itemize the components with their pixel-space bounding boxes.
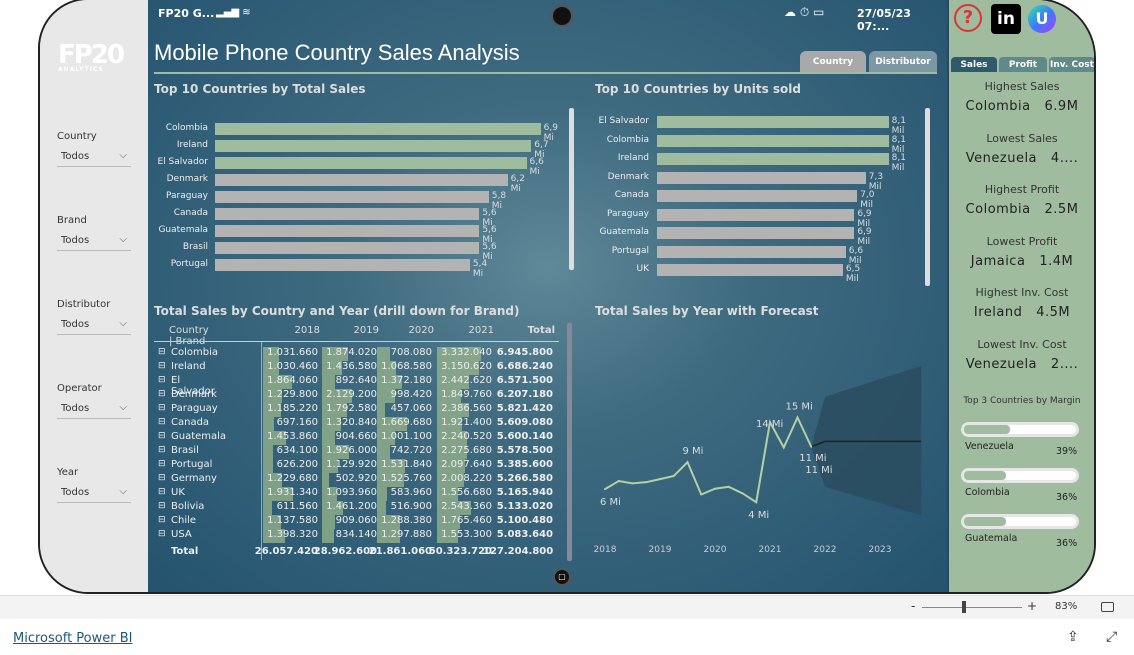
point-label: 6 Mi: [600, 497, 621, 508]
margin-country: Colombia: [965, 487, 1010, 498]
sales-line: [604, 415, 813, 504]
share-icon[interactable]: ⇪: [1067, 629, 1079, 645]
kpi-title: Lowest Inv. Cost: [977, 337, 1067, 351]
margin-progress-fill: [964, 425, 1010, 434]
phone-frame: FP20 ANALYTICS Country Todos ⌵ Brand Todos ⌵ Di…: [38, 0, 1096, 594]
chevron-down-icon: ⌵: [119, 234, 127, 245]
data-point: [659, 478, 661, 481]
data-point: [686, 461, 689, 464]
filter-label: Country: [57, 131, 97, 142]
kpi-title: Highest Sales: [984, 80, 1060, 93]
margin-progress-bar: [961, 514, 1079, 529]
expand-icon[interactable]: ⤢: [1106, 629, 1117, 645]
data-point: [645, 481, 648, 484]
data-point: [755, 501, 758, 504]
margin-progress-bar: [961, 422, 1079, 437]
data-point: [631, 482, 634, 485]
x-tick-label: 2022: [814, 545, 837, 555]
data-point: [714, 487, 716, 490]
data-point: [810, 445, 813, 448]
margin-value: 39%: [1056, 446, 1078, 457]
data-point: [604, 488, 606, 491]
filter-label: Brand: [57, 215, 87, 226]
kpi-value: Ireland 4.5M: [973, 305, 1071, 320]
x-tick-label: 2023: [869, 545, 892, 555]
kpi-panel: ? in U Sales Profit Inv. Cost Highest Sale…: [947, 0, 1094, 592]
point-label: 15 Mi: [786, 402, 813, 413]
kpi-tab-invcost[interactable]: Inv. Cost: [1049, 57, 1094, 72]
kpi-title: Lowest Sales: [986, 131, 1058, 145]
fp20-logo: FP20 ANALYTICS: [58, 40, 125, 73]
margin-title: Top 3 Countries by Margin: [963, 396, 1081, 406]
bottom-bar: - + 83%: [0, 595, 1134, 619]
x-tick-label: 2018: [594, 545, 617, 555]
kpi-tab-sales[interactable]: Sales: [951, 57, 997, 72]
margin-progress-bar: [961, 468, 1079, 483]
data-point: [617, 480, 620, 483]
filter-label: Distributor: [57, 299, 111, 310]
margin-progress-fill: [964, 517, 1007, 526]
point-label: 11 Mi: [799, 453, 826, 464]
help-icon[interactable]: ?: [954, 4, 982, 32]
zoom-slider-thumb[interactable]: [961, 601, 966, 613]
data-point: [741, 492, 744, 495]
x-tick-label: 2021: [759, 545, 782, 555]
kpi-value: Colombia 6.9M: [965, 99, 1079, 114]
brand-logo-icon[interactable]: U: [1028, 5, 1056, 33]
filter-value: Todos: [61, 319, 90, 330]
home-button-icon[interactable]: ▢: [553, 568, 571, 586]
main-canvas: FP20 G... ▂▄▆ ≋ ☁ ⏱ ▭ 27/05/23 07:... Mo…: [148, 0, 947, 592]
margin-value: 36%: [1056, 538, 1078, 549]
chevron-down-icon: ⌵: [119, 150, 127, 161]
filter-value: Todos: [61, 235, 90, 246]
filter-dropdown-operator[interactable]: Todos ⌵: [57, 401, 131, 419]
margin-value: 36%: [1056, 492, 1078, 503]
filter-sidebar: FP20 ANALYTICS Country Todos ⌵ Brand Todos ⌵ Di…: [40, 0, 148, 592]
filter-label: Year: [57, 467, 79, 478]
fit-to-page-icon[interactable]: [1101, 602, 1114, 612]
data-point: [727, 485, 730, 488]
x-tick-label: 2019: [649, 545, 672, 555]
margin-progress-fill: [964, 471, 1007, 480]
filter-dropdown-year[interactable]: Todos ⌵: [57, 485, 131, 503]
data-point: [700, 493, 703, 496]
linkedin-icon[interactable]: in: [991, 4, 1021, 34]
point-label: 9 Mi: [683, 446, 704, 457]
kpi-title: Highest Inv. Cost: [975, 286, 1069, 299]
filter-label: Operator: [57, 383, 102, 394]
kpi-tab-profit[interactable]: Profit: [999, 57, 1047, 72]
x-tick-label: 2020: [704, 545, 727, 555]
data-point: [782, 446, 785, 449]
data-point: [672, 475, 675, 478]
filter-value: Todos: [61, 403, 90, 414]
filter-dropdown-distributor[interactable]: Todos ⌵: [57, 317, 131, 335]
data-point: [796, 416, 799, 419]
forecast-line-chart: 6 Mi 9 Mi 4 Mi 14 Mi15 Mi 11 Mi11 Mi 2018 2019…: [594, 365, 922, 555]
kpi-value: Venezuela 4....: [965, 150, 1079, 166]
zoom-slider[interactable]: [922, 607, 1022, 608]
point-label: 4 Mi: [748, 510, 769, 521]
filter-dropdown-brand[interactable]: Todos ⌵: [57, 233, 131, 251]
margin-country: Venezuela: [965, 441, 1014, 452]
zoom-level: 83%: [1055, 601, 1078, 612]
margin-country: Guatemala: [965, 533, 1018, 544]
chevron-down-icon: ⌵: [119, 486, 127, 497]
chevron-down-icon: ⌵: [119, 318, 127, 329]
point-label: 14 Mi: [756, 419, 783, 430]
filter-value: Todos: [61, 151, 90, 162]
zoom-out-button[interactable]: -: [911, 599, 915, 613]
forecast-confidence-band: [811, 365, 922, 516]
kpi-title: Highest Profit: [984, 183, 1060, 196]
kpi-title: Lowest Profit: [986, 234, 1058, 248]
kpi-value: Colombia 2.5M: [965, 202, 1079, 217]
forecast-label: 11 Mi: [805, 465, 832, 476]
filter-value: Todos: [61, 487, 90, 498]
chevron-down-icon: ⌵: [119, 402, 127, 413]
kpi-value: Jamaica 1.4M: [970, 253, 1074, 269]
zoom-in-button[interactable]: +: [1027, 599, 1037, 613]
filter-dropdown-country[interactable]: Todos ⌵: [57, 149, 131, 167]
kpi-value: Venezuela 2....: [965, 356, 1079, 372]
power-bi-link[interactable]: Microsoft Power BI: [13, 631, 132, 646]
